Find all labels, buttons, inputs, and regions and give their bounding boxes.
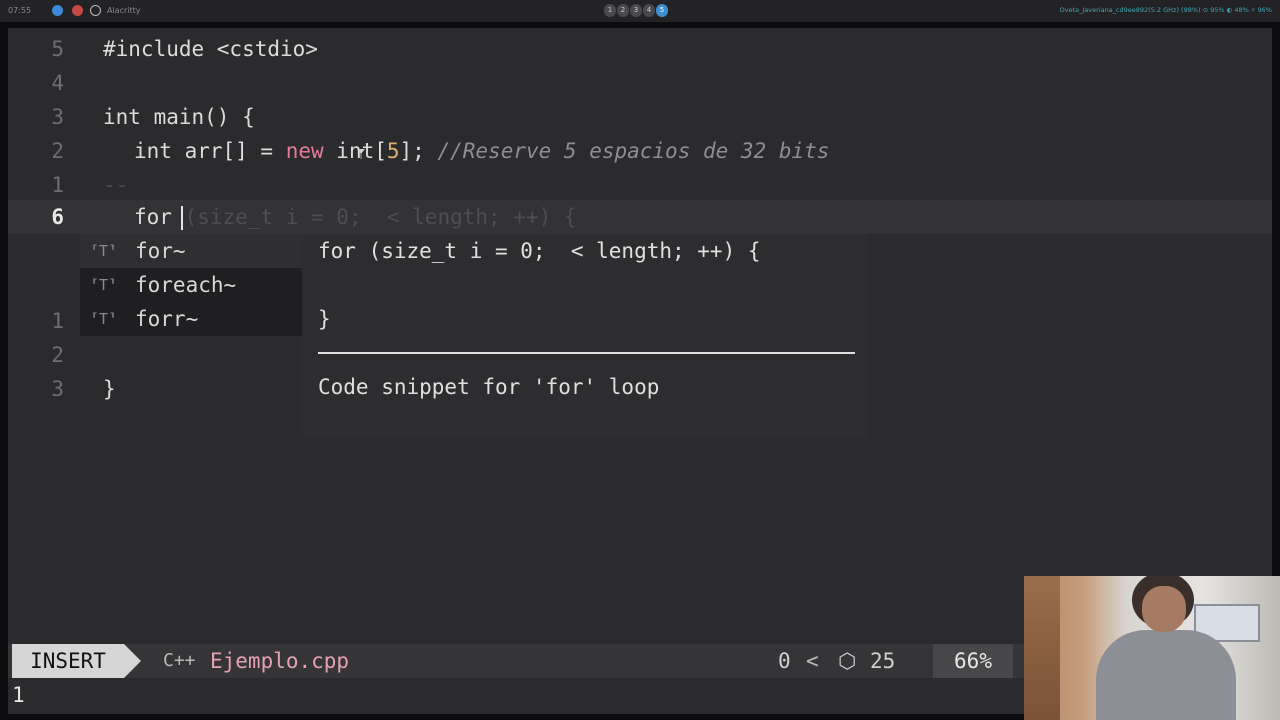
active-app-name: Alacritty [107, 6, 141, 15]
workspace-5[interactable]: 5 [656, 4, 668, 17]
workspace-3[interactable]: 3 [630, 4, 642, 17]
code-text: int[ [323, 139, 387, 163]
code-comment: //Reserve 5 espacios de 32 bits [437, 139, 830, 163]
code-text: int arr[] = [134, 139, 286, 163]
line-number: 3 [51, 105, 64, 129]
diagnostics-count: 0 [778, 649, 791, 673]
current-line-number: 6 [51, 205, 64, 229]
code-line-dashes[interactable]: -- [103, 168, 128, 202]
system-top-bar: 07:55 Alacritty 1 2 3 4 5 Oveta_Javerian… [0, 0, 1280, 22]
completion-menu[interactable]: ⸢T⸣ for~ ⸢T⸣ foreach~ ⸢T⸣ forr~ [80, 234, 302, 336]
scroll-percent: 66% [933, 644, 1013, 678]
webcam-background [1024, 576, 1060, 720]
completion-item[interactable]: ⸢T⸣ for~ [80, 234, 302, 268]
obs-icon[interactable] [90, 5, 101, 16]
chevron-left-icon: < [806, 649, 819, 673]
number-literal: 5 [386, 139, 400, 163]
command-line[interactable]: 1 [12, 680, 25, 710]
completion-item[interactable]: ⸢T⸣ foreach~ [80, 268, 302, 302]
keyword-new: new [285, 139, 324, 163]
system-status: Oveta_Javeriana_cd9ee892(5.2 GHz) (98%) … [1059, 6, 1272, 14]
code-line-close[interactable]: } [103, 372, 116, 406]
webcam-person [1096, 630, 1236, 720]
code-line-arr[interactable]: int arr[] = new int[5]; //Reserve 5 espa… [134, 134, 829, 168]
workspace-4[interactable]: 4 [643, 4, 655, 17]
cpp-filetype-icon: C++ [163, 650, 196, 671]
doc-divider [318, 352, 855, 354]
line-number: 5 [51, 37, 64, 61]
mode-indicator: INSERT [12, 644, 124, 678]
doc-snippet-line: for (size_t i = 0; < length; ++) { [318, 239, 761, 263]
workspace-switcher: 1 2 3 4 5 [604, 4, 668, 17]
line-number: 2 [51, 139, 64, 163]
webcam-overlay [1024, 576, 1280, 720]
doc-snippet-line: } [318, 307, 331, 331]
line-number: 2 [51, 343, 64, 367]
line-number: 4 [51, 71, 64, 95]
lsp-count: 25 [870, 649, 896, 673]
browser-icon[interactable] [72, 5, 83, 16]
code-line-main[interactable]: int main() { [103, 100, 255, 134]
code-line-include[interactable]: #include <cstdio> [103, 32, 318, 66]
code-text: ]; [399, 139, 425, 163]
text-cursor [181, 206, 183, 230]
clock: 07:55 [8, 6, 32, 15]
completion-label: foreach~ [135, 273, 237, 297]
completion-label: for~ [135, 239, 186, 263]
snippet-icon: ⸢T⸣ [90, 310, 118, 328]
workspace-1[interactable]: 1 [604, 4, 616, 17]
ghost-text: (size_t i = 0; < length; ++) { [171, 205, 577, 229]
typed-text: for [134, 205, 172, 229]
mode-separator [124, 644, 141, 678]
webcam-person-face [1142, 586, 1186, 632]
file-name[interactable]: Ejemplo.cpp [210, 644, 349, 678]
completion-item[interactable]: ⸢T⸣ forr~ [80, 302, 302, 336]
completion-label: forr~ [135, 307, 199, 331]
lsp-cube-icon: ⬡ [838, 649, 857, 673]
code-line-current[interactable]: for (size_t i = 0; < length; ++) { [134, 200, 577, 234]
snippet-icon: ⸢T⸣ [90, 276, 118, 294]
cloud-icon[interactable] [52, 5, 63, 16]
line-number: 3 [51, 377, 64, 401]
line-number: 1 [51, 173, 64, 197]
doc-description: Code snippet for 'for' loop [318, 375, 660, 399]
completion-docs-panel: for (size_t i = 0; < length; ++) { } Cod… [302, 234, 868, 438]
snippet-icon: ⸢T⸣ [90, 242, 118, 260]
line-number: 1 [51, 309, 64, 333]
workspace-2[interactable]: 2 [617, 4, 629, 17]
